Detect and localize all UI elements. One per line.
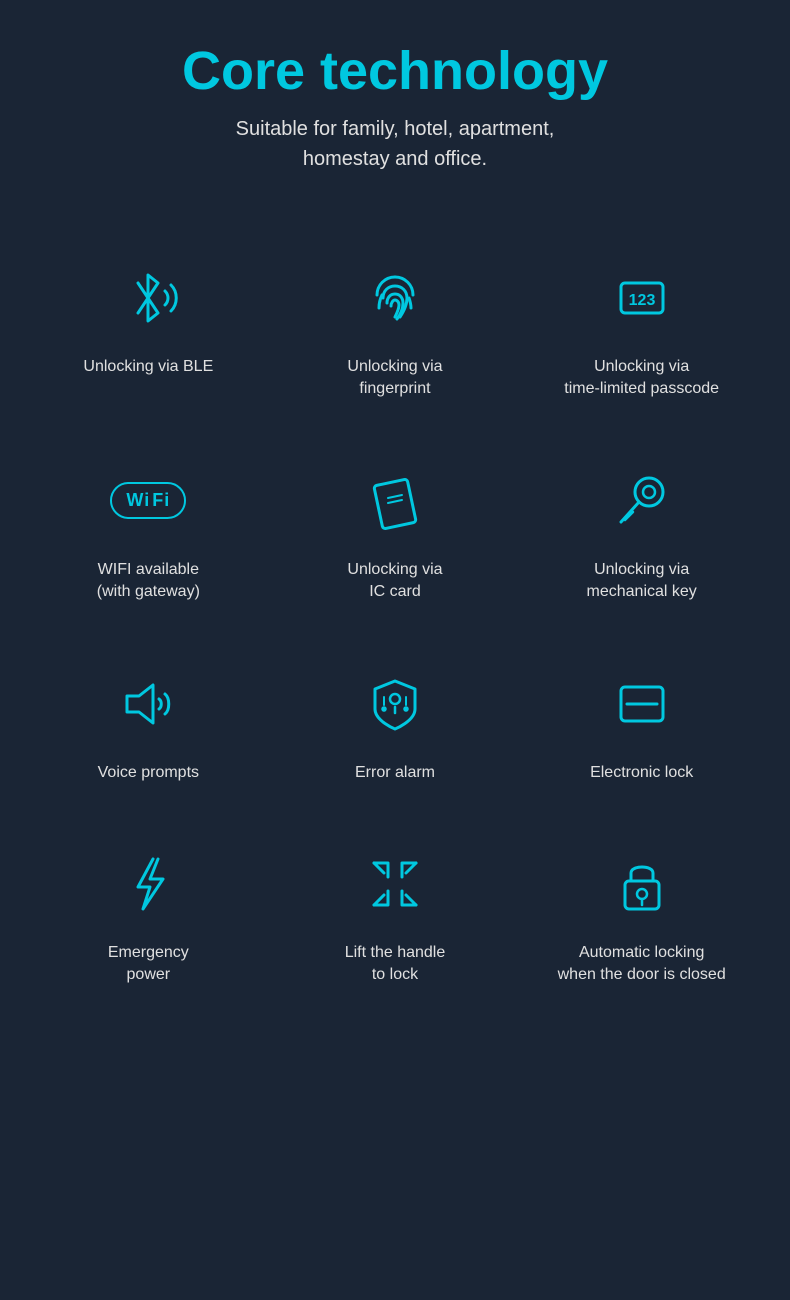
feature-ble: Unlocking via BLE — [30, 234, 267, 417]
alarm-label: Error alarm — [355, 762, 435, 784]
ble-label: Unlocking via BLE — [83, 356, 213, 378]
passcode-label: Unlocking viatime-limited passcode — [564, 356, 719, 401]
svg-text:123: 123 — [628, 292, 655, 309]
ic-card-label: Unlocking viaIC card — [347, 559, 442, 604]
feature-passcode: 123 Unlocking viatime-limited passcode — [523, 234, 760, 417]
auto-lock-label: Automatic lockingwhen the door is closed — [558, 942, 726, 987]
ble-icon — [108, 258, 188, 338]
mechanical-key-icon — [602, 461, 682, 541]
wifi-badge: WiFi — [110, 482, 186, 519]
features-grid: Unlocking via BLE Unlocking viafingerpri… — [30, 234, 760, 1003]
passcode-icon: 123 — [602, 258, 682, 338]
feature-auto-lock: Automatic lockingwhen the door is closed — [523, 820, 760, 1003]
feature-fingerprint: Unlocking viafingerprint — [277, 234, 514, 417]
emergency-power-label: Emergencypower — [108, 942, 189, 987]
fingerprint-label: Unlocking viafingerprint — [347, 356, 442, 401]
lift-handle-label: Lift the handleto lock — [345, 942, 446, 987]
alarm-icon — [355, 664, 435, 744]
feature-voice: Voice prompts — [30, 640, 267, 800]
feature-emergency-power: Emergencypower — [30, 820, 267, 1003]
mechanical-key-label: Unlocking viamechanical key — [587, 559, 697, 604]
auto-lock-icon — [602, 844, 682, 924]
wifi-label: WIFI available(with gateway) — [97, 559, 200, 604]
electronic-lock-label: Electronic lock — [590, 762, 693, 784]
ic-card-icon — [355, 461, 435, 541]
page-subtitle: Suitable for family, hotel, apartment, h… — [182, 114, 608, 174]
wifi-icon: WiFi — [108, 461, 188, 541]
emergency-power-icon — [108, 844, 188, 924]
feature-ic-card: Unlocking viaIC card — [277, 437, 514, 620]
feature-lift-handle: Lift the handleto lock — [277, 820, 514, 1003]
voice-label: Voice prompts — [98, 762, 199, 784]
page-header: Core technology Suitable for family, hot… — [182, 40, 608, 174]
fingerprint-icon — [355, 258, 435, 338]
feature-mechanical-key: Unlocking viamechanical key — [523, 437, 760, 620]
electronic-lock-icon — [602, 664, 682, 744]
feature-electronic-lock: Electronic lock — [523, 640, 760, 800]
feature-wifi: WiFi WIFI available(with gateway) — [30, 437, 267, 620]
page-title: Core technology — [182, 40, 608, 102]
voice-icon — [108, 664, 188, 744]
lift-handle-icon — [355, 844, 435, 924]
feature-alarm: Error alarm — [277, 640, 514, 800]
